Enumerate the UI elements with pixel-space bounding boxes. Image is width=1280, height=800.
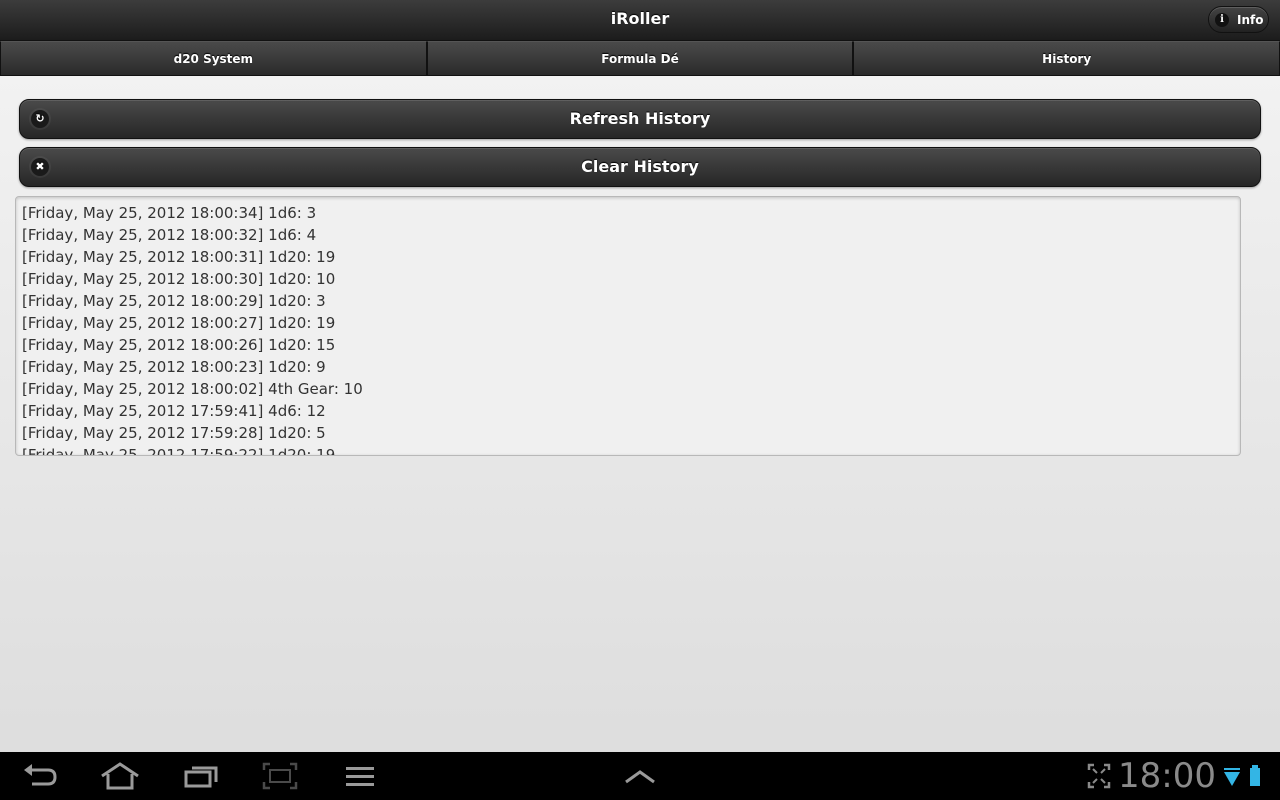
history-line: [Friday, May 25, 2012 18:00:27] 1d20: 19	[22, 314, 336, 332]
clear-history-label: Clear History	[581, 157, 699, 176]
tab-bar: d20 System Formula Dé History	[0, 41, 1280, 76]
clear-history-button[interactable]: ✖ Clear History	[19, 147, 1261, 187]
history-line: [Friday, May 25, 2012 17:59:22] 1d20: 19	[22, 446, 336, 456]
home-icon[interactable]	[98, 760, 142, 792]
refresh-history-label: Refresh History	[569, 109, 711, 128]
fullscreen-icon	[1087, 763, 1111, 789]
history-line: [Friday, May 25, 2012 18:00:30] 1d20: 10	[22, 270, 336, 288]
history-line: [Friday, May 25, 2012 18:00:34] 1d6: 3	[22, 204, 317, 222]
history-line: [Friday, May 25, 2012 18:00:23] 1d20: 9	[22, 358, 326, 376]
info-icon: i	[1215, 12, 1229, 27]
info-button[interactable]: i Info	[1208, 6, 1269, 33]
system-navigation-bar: 18:00	[0, 752, 1280, 800]
menu-icon[interactable]	[342, 760, 378, 792]
recent-apps-icon[interactable]	[182, 760, 222, 792]
screenshot-icon[interactable]	[260, 760, 300, 792]
history-line: [Friday, May 25, 2012 18:00:29] 1d20: 3	[22, 292, 326, 310]
wifi-icon	[1224, 768, 1240, 786]
history-line: [Friday, May 25, 2012 18:00:02] 4th Gear…	[22, 380, 363, 398]
status-clock: 18:00	[1118, 756, 1216, 796]
refresh-history-button[interactable]: ↻ Refresh History	[19, 99, 1261, 139]
app-header: iRoller i Info	[0, 0, 1280, 41]
history-line: [Friday, May 25, 2012 18:00:32] 1d6: 4	[22, 226, 317, 244]
history-textarea[interactable]: [Friday, May 25, 2012 18:00:34] 1d6: 3 […	[15, 196, 1241, 456]
history-line: [Friday, May 25, 2012 17:59:28] 1d20: 5	[22, 424, 326, 442]
history-line: [Friday, May 25, 2012 18:00:26] 1d20: 15	[22, 336, 336, 354]
tab-history[interactable]: History	[853, 41, 1280, 76]
info-button-label: Info	[1237, 12, 1264, 27]
tab-formula-de[interactable]: Formula Dé	[426, 41, 854, 76]
back-icon[interactable]	[20, 760, 60, 792]
history-line: [Friday, May 25, 2012 18:00:31] 1d20: 19	[22, 248, 336, 266]
battery-icon	[1250, 765, 1260, 786]
tab-d20-system[interactable]: d20 System	[0, 41, 427, 76]
app-title: iRoller	[610, 9, 670, 28]
history-line: [Friday, May 25, 2012 17:59:41] 4d6: 12	[22, 402, 326, 420]
up-arrow-icon[interactable]	[622, 760, 658, 792]
